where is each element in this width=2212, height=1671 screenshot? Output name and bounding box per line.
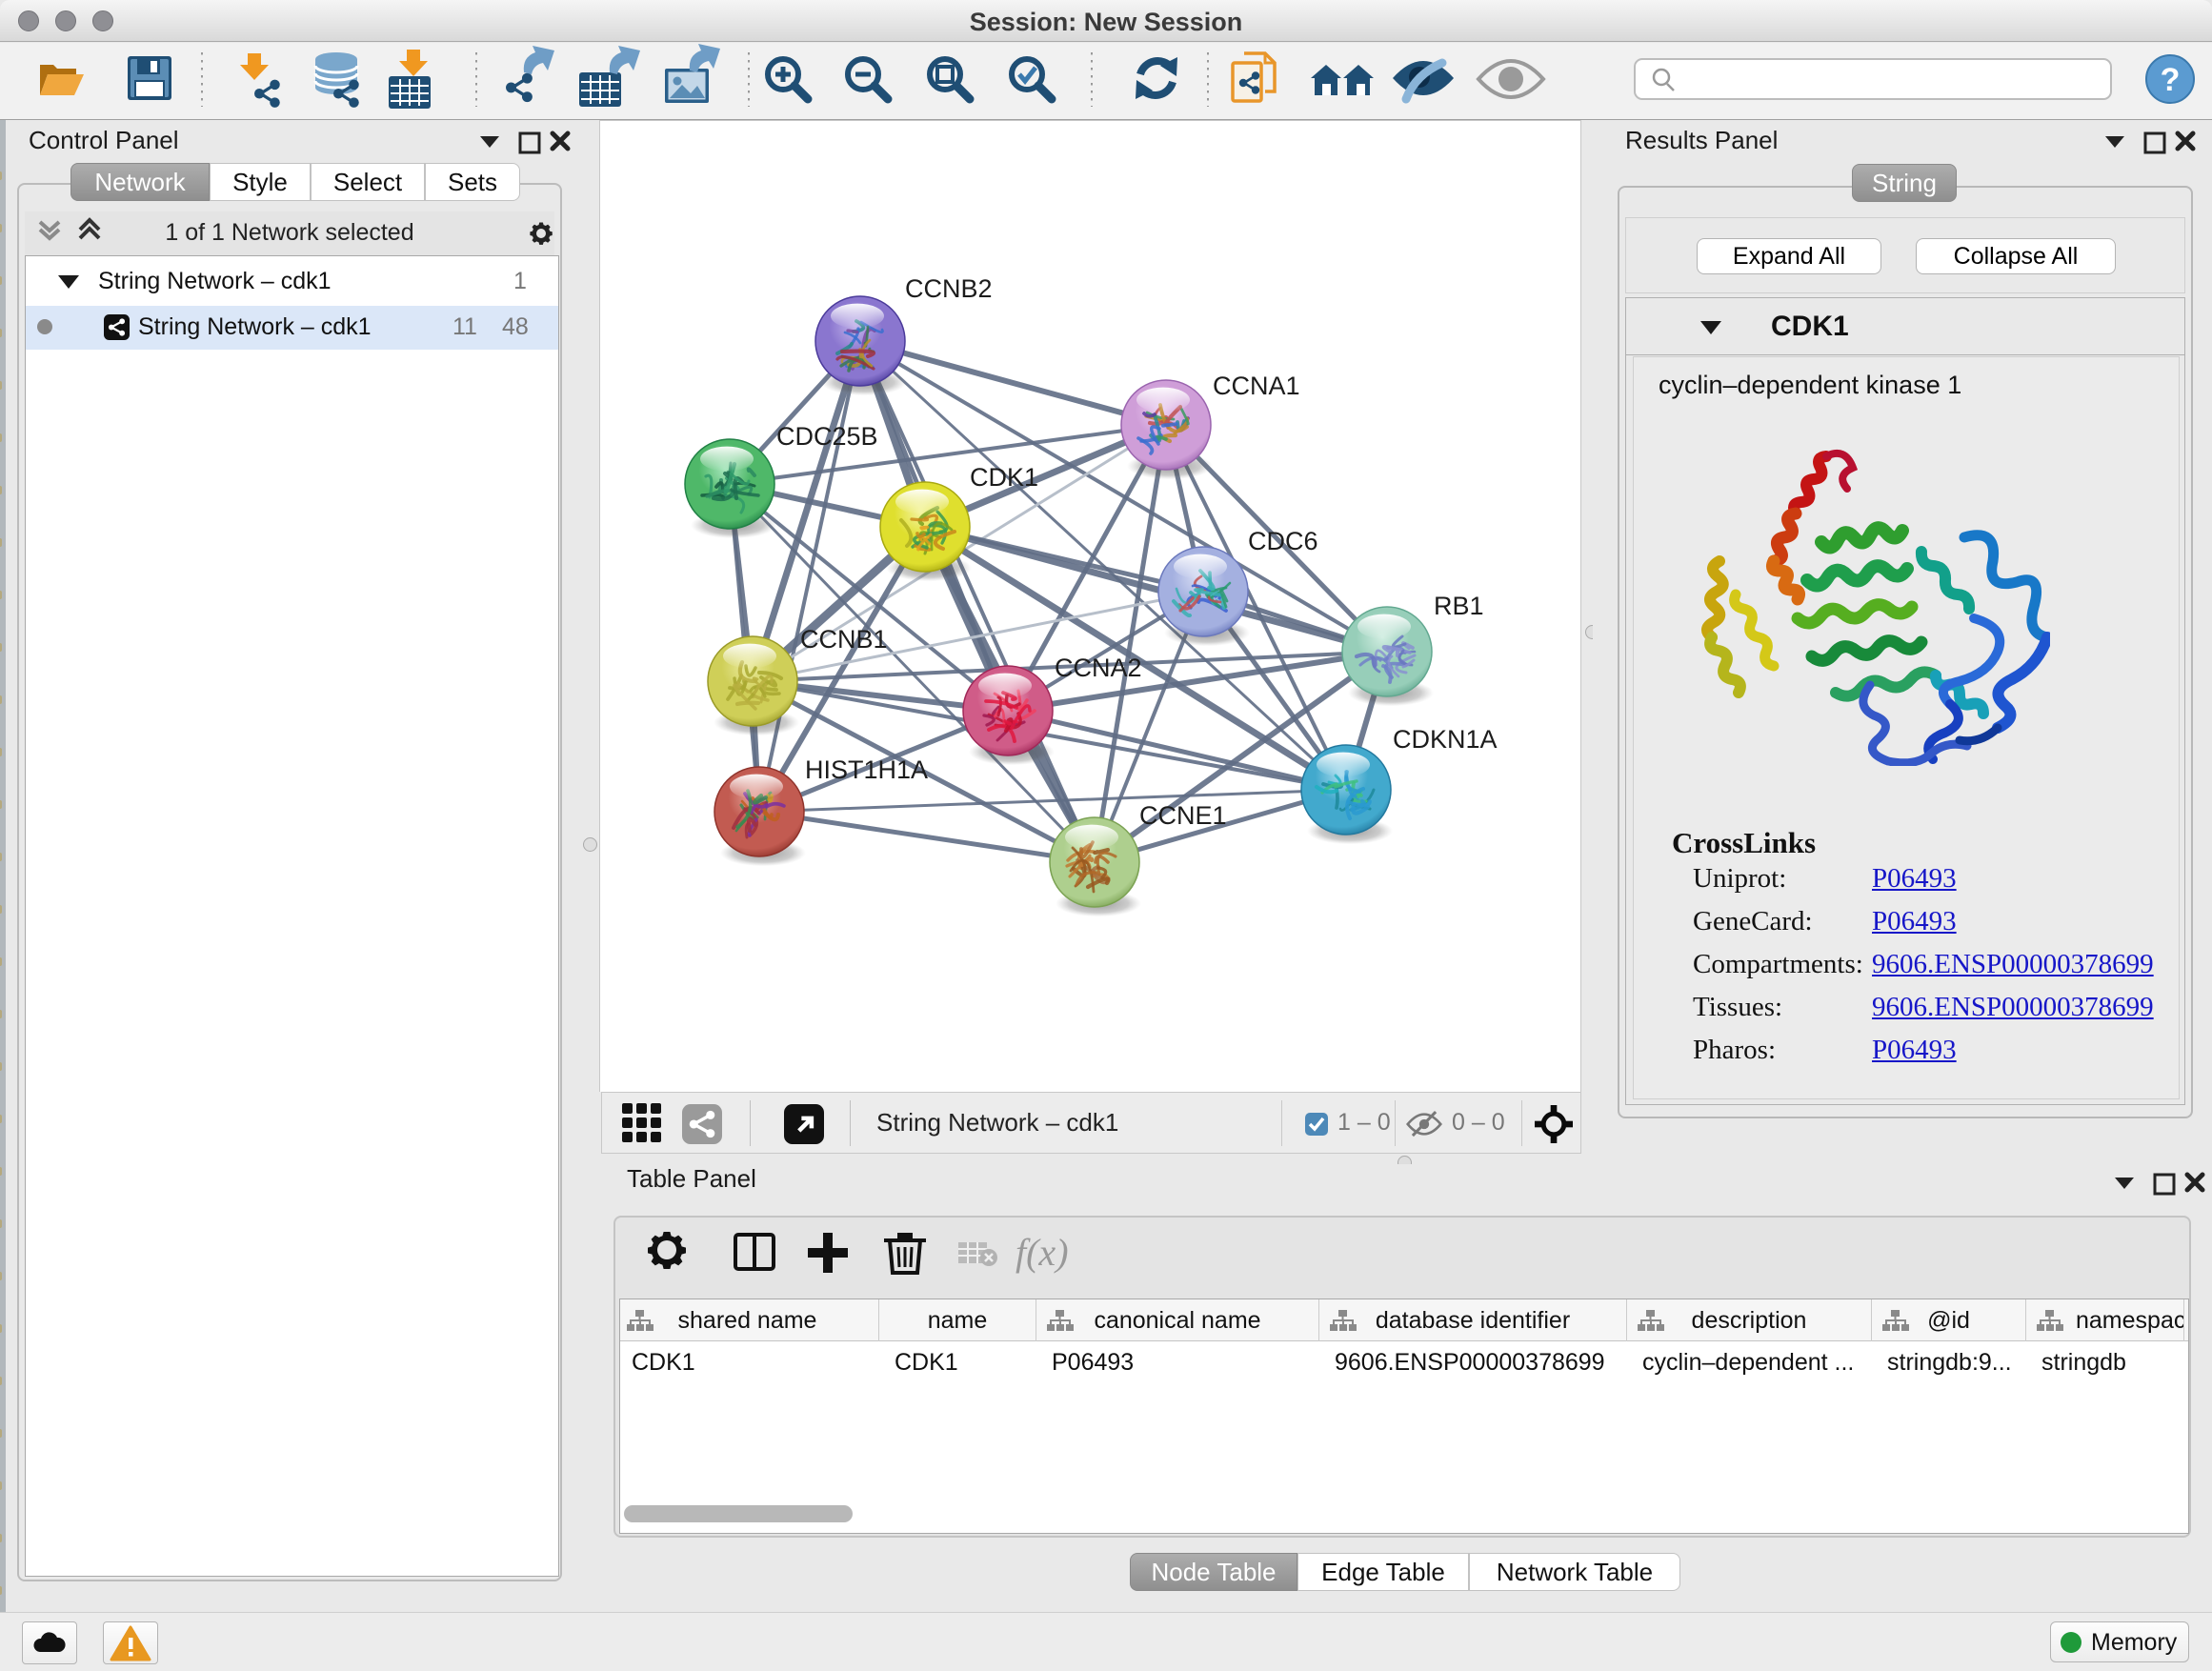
svg-text:?: ? [2161,62,2181,98]
svg-text:CDC25B: CDC25B [776,422,878,451]
svg-text:f(x): f(x) [1016,1231,1069,1274]
svg-text:CDC6: CDC6 [1248,527,1318,555]
svg-text:CCNA2: CCNA2 [1055,654,1142,682]
svg-text:CCNB1: CCNB1 [800,625,888,654]
svg-text:HIST1H1A: HIST1H1A [805,755,928,784]
svg-text:CDKN1A: CDKN1A [1393,725,1498,754]
svg-text:RB1: RB1 [1434,592,1484,620]
svg-text:CCNE1: CCNE1 [1139,801,1227,830]
svg-text:CDK1: CDK1 [970,463,1038,492]
svg-text:CCNB2: CCNB2 [905,274,993,303]
svg-text:CCNA1: CCNA1 [1213,372,1300,400]
